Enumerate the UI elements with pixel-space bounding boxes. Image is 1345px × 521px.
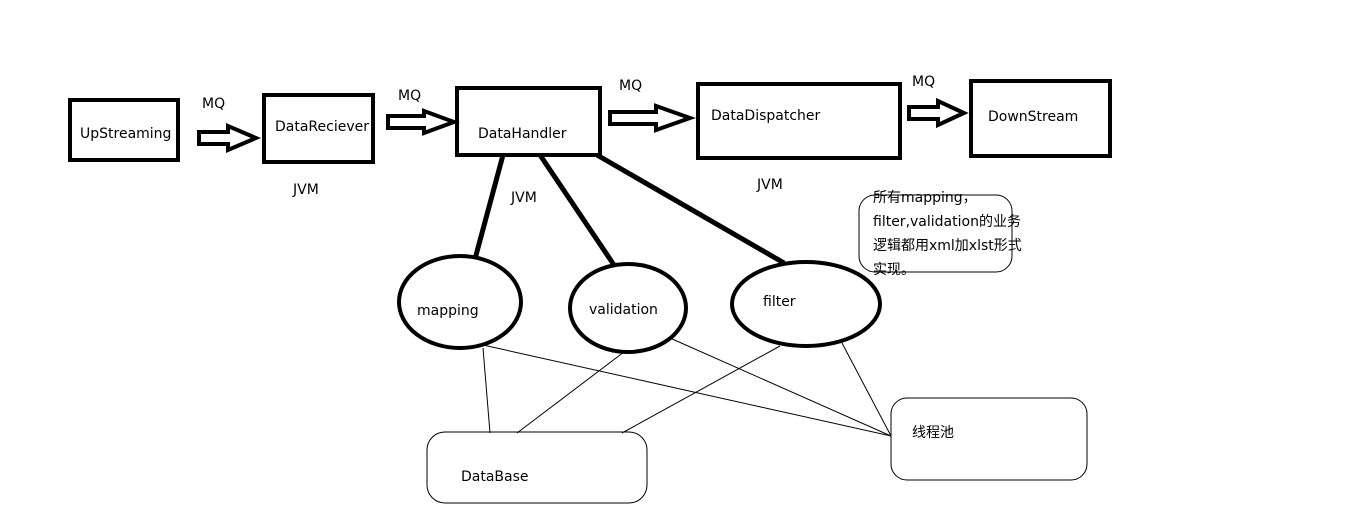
jvm-label-2: JVM	[510, 190, 537, 206]
datareciever-label: DataReciever	[275, 119, 369, 135]
validation-threadpool-line	[669, 337, 892, 437]
filter-database-line	[621, 345, 781, 434]
filter-label: filter	[763, 294, 796, 310]
mapping-database-line	[482, 347, 491, 434]
datahandler-box	[455, 86, 602, 157]
filter-node	[730, 260, 882, 348]
arrow-2	[386, 108, 460, 136]
upstreaming-label: UpStreaming	[80, 126, 171, 142]
filter-threadpool-line	[841, 342, 892, 437]
note-text: 所有mapping，filter,validation的业务逻辑都用xml加xl…	[873, 190, 1022, 278]
downstream-label: DownStream	[988, 109, 1078, 125]
architecture-diagram: UpStreaming DataReciever DataHandler Dat…	[68, 74, 1112, 504]
mq-label-4: MQ	[912, 74, 935, 90]
validation-label: validation	[589, 302, 658, 318]
jvm-label-1: JVM	[292, 182, 319, 198]
arrow-4	[907, 97, 969, 129]
datadispatcher-label: DataDispatcher	[711, 108, 821, 124]
database-box	[426, 431, 648, 504]
datahandler-label: DataHandler	[478, 126, 567, 142]
handler-filter-line	[595, 152, 786, 266]
handler-validation-line	[537, 153, 617, 267]
mapping-threadpool-line	[482, 344, 892, 437]
jvm-label-3: JVM	[756, 177, 783, 193]
mq-label-1: MQ	[202, 96, 225, 112]
arrow-3	[608, 103, 697, 133]
arrow-1	[197, 122, 262, 154]
mq-label-3: MQ	[619, 78, 642, 94]
mapping-node	[397, 254, 523, 350]
mq-label-2: MQ	[398, 88, 421, 104]
mapping-label: mapping	[417, 303, 479, 319]
handler-mapping-line	[472, 154, 506, 260]
database-label: DataBase	[461, 469, 529, 485]
threadpool-label: 线程池	[912, 425, 954, 441]
